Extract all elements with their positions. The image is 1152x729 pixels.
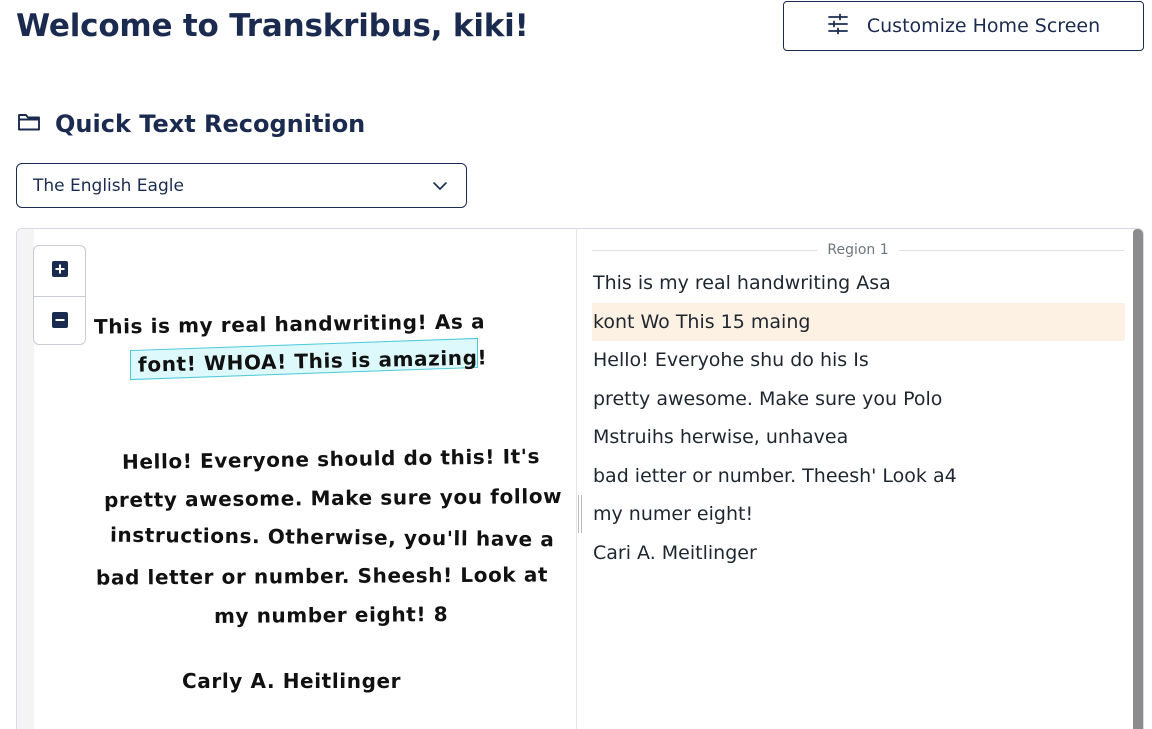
minus-square-icon: [51, 311, 69, 333]
zoom-out-button[interactable]: [34, 296, 85, 344]
handwriting-line: Hello! Everyone should do this! It's: [121, 444, 541, 474]
handwriting-line: pretty awesome. Make sure you follow: [103, 484, 563, 512]
sliders-icon: [827, 13, 849, 40]
scrollbar[interactable]: [1133, 229, 1143, 729]
handwriting-line: Carly A. Heitlinger: [182, 669, 402, 693]
section-heading: Quick Text Recognition: [17, 110, 365, 138]
model-select[interactable]: The English Eagle: [16, 163, 467, 208]
page-title: Welcome to Transkribus, kiki!: [16, 8, 529, 44]
transcription-lines: This is my real handwriting Asa kont Wo …: [592, 264, 1125, 572]
folder-icon: [17, 110, 41, 138]
plus-square-icon: [51, 260, 69, 282]
customize-home-screen-button[interactable]: Customize Home Screen: [783, 1, 1144, 51]
transcription-line[interactable]: Mstruihs herwise, unhavea: [592, 418, 1125, 457]
zoom-controls: [33, 245, 86, 345]
region-label: Region 1: [592, 242, 1124, 258]
transcription-line[interactable]: pretty awesome. Make sure you Polo: [592, 380, 1125, 419]
handwriting-line: my number eight! 8: [213, 601, 449, 629]
chevron-down-icon: [432, 176, 448, 196]
model-select-value: The English Eagle: [33, 175, 184, 196]
handwriting-line: bad letter or number. Sheesh! Look at: [95, 562, 549, 590]
transcription-line[interactable]: Hello! Everyohe shu do his Is: [592, 341, 1125, 380]
section-title: Quick Text Recognition: [55, 110, 366, 138]
transcription-line-active[interactable]: kont Wo This 15 maing: [592, 302, 1125, 341]
zoom-in-button[interactable]: [34, 246, 85, 296]
image-pane[interactable]: This is my real handwriting! As a font! …: [17, 229, 577, 729]
customize-home-screen-label: Customize Home Screen: [866, 15, 1101, 37]
document-image[interactable]: This is my real handwriting! As a font! …: [34, 229, 576, 729]
transcription-line[interactable]: my numer eight!: [592, 495, 1125, 534]
transcription-line[interactable]: This is my real handwriting Asa: [592, 264, 1125, 303]
handwriting-line: This is my real handwriting! As a: [93, 309, 486, 339]
handwriting-line: instructions. Otherwise, you'll have a: [109, 522, 555, 552]
transcription-pane: Region 1 This is my real handwriting Asa…: [592, 229, 1132, 729]
transcription-line[interactable]: Cari A. Meitlinger: [592, 534, 1125, 573]
transcription-line[interactable]: bad ietter or number. Theesh' Look a4: [592, 457, 1125, 496]
recognition-viewer: This is my real handwriting! As a font! …: [16, 228, 1144, 729]
pane-resize-handle[interactable]: [578, 495, 582, 533]
